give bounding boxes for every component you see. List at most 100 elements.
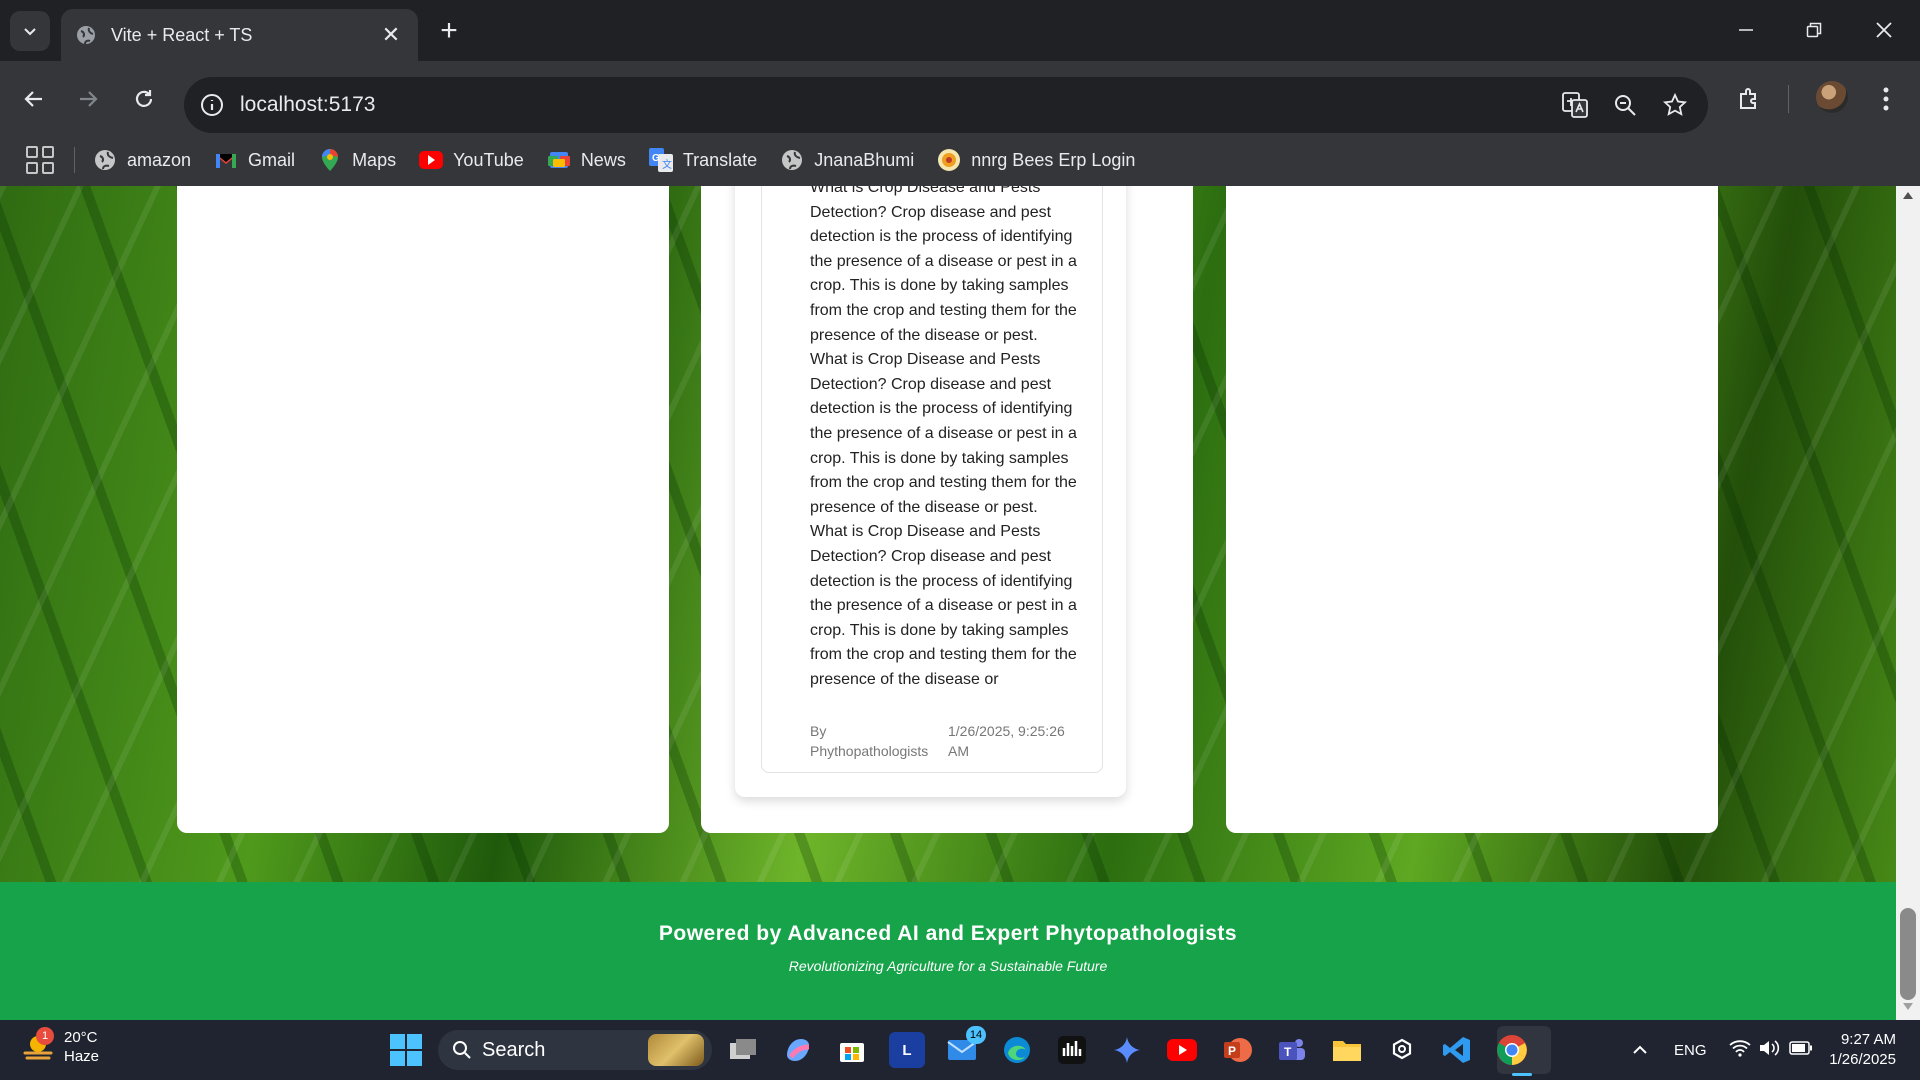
arrow-right-icon <box>80 91 98 107</box>
task-view-icon[interactable] <box>725 1032 761 1068</box>
url-text[interactable]: localhost:5173 <box>240 93 1550 117</box>
profile-avatar[interactable] <box>1816 81 1848 113</box>
search-icon <box>453 1041 471 1059</box>
start-button[interactable] <box>390 1034 422 1066</box>
chrome-active-indicator <box>1512 1073 1532 1076</box>
tray-overflow-chevron-icon[interactable] <box>1628 1045 1652 1055</box>
bookmark-nnrg[interactable]: nnrg Bees Erp Login <box>937 148 1135 172</box>
translate-icon: G文 <box>648 148 673 172</box>
vscode-icon[interactable] <box>1439 1032 1475 1068</box>
youtube-icon <box>419 148 444 172</box>
wifi-icon[interactable] <box>1728 1039 1751 1062</box>
apps-grid-icon[interactable] <box>26 146 54 174</box>
mail-icon[interactable]: 14 <box>944 1026 986 1068</box>
close-tab-icon[interactable]: ✕ <box>378 22 404 48</box>
extensions-icon[interactable] <box>1730 79 1770 119</box>
weather-badge: 1 <box>36 1027 54 1045</box>
page-viewport: What is Crop Disease and Pests Detection… <box>0 186 1896 1020</box>
tab-title: Vite + React + TS <box>111 24 253 45</box>
file-explorer-icon[interactable] <box>1329 1032 1365 1068</box>
system-clock[interactable]: 9:27 AM 1/26/2025 <box>1829 1030 1896 1070</box>
back-button[interactable] <box>14 79 54 119</box>
bookmark-star-icon[interactable] <box>1650 85 1700 125</box>
active-tab[interactable]: Vite + React + TS ✕ <box>61 9 418 61</box>
toolbar-divider <box>1788 85 1789 113</box>
post-body: What is Crop Disease and Pests Detection… <box>810 186 1094 692</box>
chatgpt-icon[interactable] <box>1384 1032 1420 1068</box>
clock-time: 9:27 AM <box>1840 1031 1896 1048</box>
mail-badge: 14 <box>966 1026 986 1044</box>
svg-text:T: T <box>1284 1045 1292 1059</box>
powerpoint-icon[interactable]: P <box>1219 1032 1255 1068</box>
weather-description: Haze <box>64 1048 100 1065</box>
bookmark-translate[interactable]: G文 Translate <box>648 148 757 172</box>
bookmarks-divider <box>74 147 75 173</box>
search-label: Search <box>482 1038 546 1061</box>
edge-icon[interactable] <box>999 1032 1035 1068</box>
copilot-icon[interactable] <box>780 1032 816 1068</box>
chrome-icon[interactable] <box>1494 1032 1530 1068</box>
scrollbar-thumb[interactable] <box>1900 908 1916 1000</box>
bookmark-gmail[interactable]: Gmail <box>214 148 295 172</box>
translate-page-icon[interactable] <box>1550 85 1600 125</box>
news-icon <box>547 148 571 172</box>
tab-strip: Vite + React + TS ✕ + <box>0 0 1920 61</box>
search-highlight-image <box>648 1034 704 1066</box>
post-author: By Phythopathologists <box>810 723 929 759</box>
bookmark-youtube[interactable]: YouTube <box>419 148 524 172</box>
post-card: What is Crop Disease and Pests Detection… <box>735 186 1126 797</box>
menu-kebab-icon[interactable] <box>1866 79 1906 119</box>
language-indicator[interactable]: ENG <box>1674 1042 1707 1059</box>
volume-icon[interactable] <box>1759 1039 1781 1062</box>
zoom-icon[interactable] <box>1600 85 1650 125</box>
gmail-icon <box>214 148 238 172</box>
bookmark-maps[interactable]: Maps <box>318 148 396 172</box>
scroll-down-arrow-icon[interactable] <box>1896 1002 1920 1016</box>
bookmark-amazon[interactable]: amazon <box>93 148 191 172</box>
ms-store-icon[interactable] <box>834 1032 870 1068</box>
scroll-up-arrow-icon[interactable] <box>1896 190 1920 204</box>
page-scrollbar[interactable] <box>1896 186 1920 1020</box>
clock-date: 1/26/2025 <box>1829 1051 1896 1068</box>
maps-icon <box>318 148 342 172</box>
weather-temperature: 20°C <box>64 1029 98 1046</box>
globe-icon <box>780 148 804 172</box>
close-icon <box>1876 22 1892 38</box>
forward-button[interactable] <box>68 79 108 119</box>
globe-icon <box>77 26 95 45</box>
close-window-button[interactable] <box>1854 10 1914 50</box>
post-date: 1/26/2025, 9:25:26 AM <box>948 723 1065 759</box>
battery-icon[interactable] <box>1788 1040 1813 1060</box>
content-column-center: What is Crop Disease and Pests Detection… <box>701 186 1193 833</box>
chevron-down-icon <box>24 28 36 36</box>
teams-icon[interactable]: T <box>1274 1032 1310 1068</box>
footer-subtitle: Revolutionizing Agriculture for a Sustai… <box>788 958 1108 974</box>
svg-text:G: G <box>652 153 660 164</box>
restore-button[interactable] <box>1784 10 1844 50</box>
l-app-icon[interactable]: L <box>889 1032 925 1068</box>
youtube-app-icon[interactable] <box>1164 1032 1200 1068</box>
taskbar-search[interactable]: Search <box>438 1030 712 1070</box>
post-paragraph: What is Crop Disease and Pests Detection… <box>810 523 1077 688</box>
content-column-left <box>177 186 669 833</box>
bookmark-news[interactable]: News <box>547 148 626 172</box>
new-tab-button[interactable]: + <box>432 14 466 48</box>
gemini-icon[interactable] <box>1109 1032 1145 1068</box>
reload-icon <box>135 90 153 107</box>
globe-icon <box>93 148 117 172</box>
bookmark-jnanabhumi[interactable]: JnanaBhumi <box>780 148 914 172</box>
post-paragraph: What is Crop Disease and Pests Detection… <box>810 186 1077 344</box>
site-info-icon[interactable] <box>198 91 226 119</box>
tab-search-button[interactable] <box>10 11 50 51</box>
svg-text:文: 文 <box>662 158 672 171</box>
minimize-icon <box>1739 29 1753 31</box>
footer-title: Powered by Advanced AI and Expert Phytop… <box>658 922 1238 945</box>
system-tray: ENG <box>1628 1020 1813 1080</box>
browser-toolbar: localhost:5173 amazon Gmail Maps YouTube… <box>0 61 1920 194</box>
minimize-button[interactable] <box>1716 10 1776 50</box>
restore-icon <box>1806 22 1822 38</box>
reload-button[interactable] <box>124 79 164 119</box>
weather-widget[interactable]: 1 20°C Haze <box>22 1027 100 1066</box>
address-bar[interactable]: localhost:5173 <box>184 77 1708 133</box>
audio-app-icon[interactable] <box>1054 1032 1090 1068</box>
